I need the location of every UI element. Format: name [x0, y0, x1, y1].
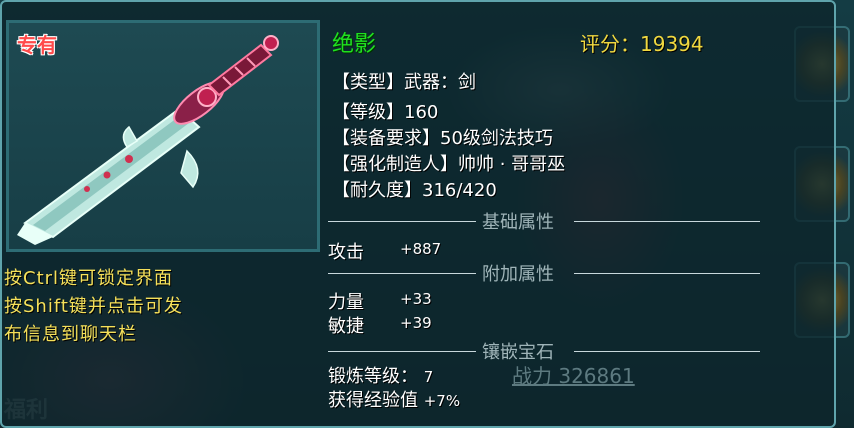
- hint-line: 按Shift键并点击可发: [4, 296, 183, 317]
- hint-line: 按Ctrl键可锁定界面: [4, 268, 174, 289]
- item-score: 评分：19394: [580, 32, 704, 56]
- background-power-text: 战力 326861: [512, 364, 635, 388]
- section-extra-attributes: 附加属性: [328, 262, 760, 285]
- hint-line: 布信息到聊天栏: [4, 324, 137, 345]
- item-tooltip: 专有 按Ctrl键可锁定界面 按Shift键并点击可发 布信息到聊天栏 绝影 评…: [0, 0, 836, 428]
- exp-bonus: 获得经验值 +7%: [328, 390, 461, 411]
- attr-durability: 【耐久度】316/420: [332, 180, 497, 201]
- attr-requirement: 【装备要求】50级剑法技巧: [332, 128, 553, 149]
- item-icon-frame: 专有: [6, 20, 320, 252]
- section-base-attributes: 基础属性: [328, 210, 760, 233]
- stat-strength-value: +33: [400, 290, 432, 308]
- stat-strength-label: 力量: [328, 292, 364, 313]
- forge-level: 锻炼等级： 7: [328, 366, 434, 387]
- attr-type: 【类型】武器：剑: [332, 72, 476, 93]
- stat-agility-label: 敏捷: [328, 316, 364, 337]
- sword-icon: [17, 35, 279, 245]
- stat-attack-label: 攻击: [328, 242, 364, 263]
- attr-crafter: 【强化制造人】帅帅 · 哥哥巫: [332, 154, 566, 175]
- stat-attack-value: +887: [400, 240, 442, 258]
- stat-agility-value: +39: [400, 314, 432, 332]
- item-name: 绝影: [332, 32, 377, 57]
- attr-level: 【等级】160: [332, 102, 439, 123]
- section-gems: 镶嵌宝石: [328, 340, 760, 363]
